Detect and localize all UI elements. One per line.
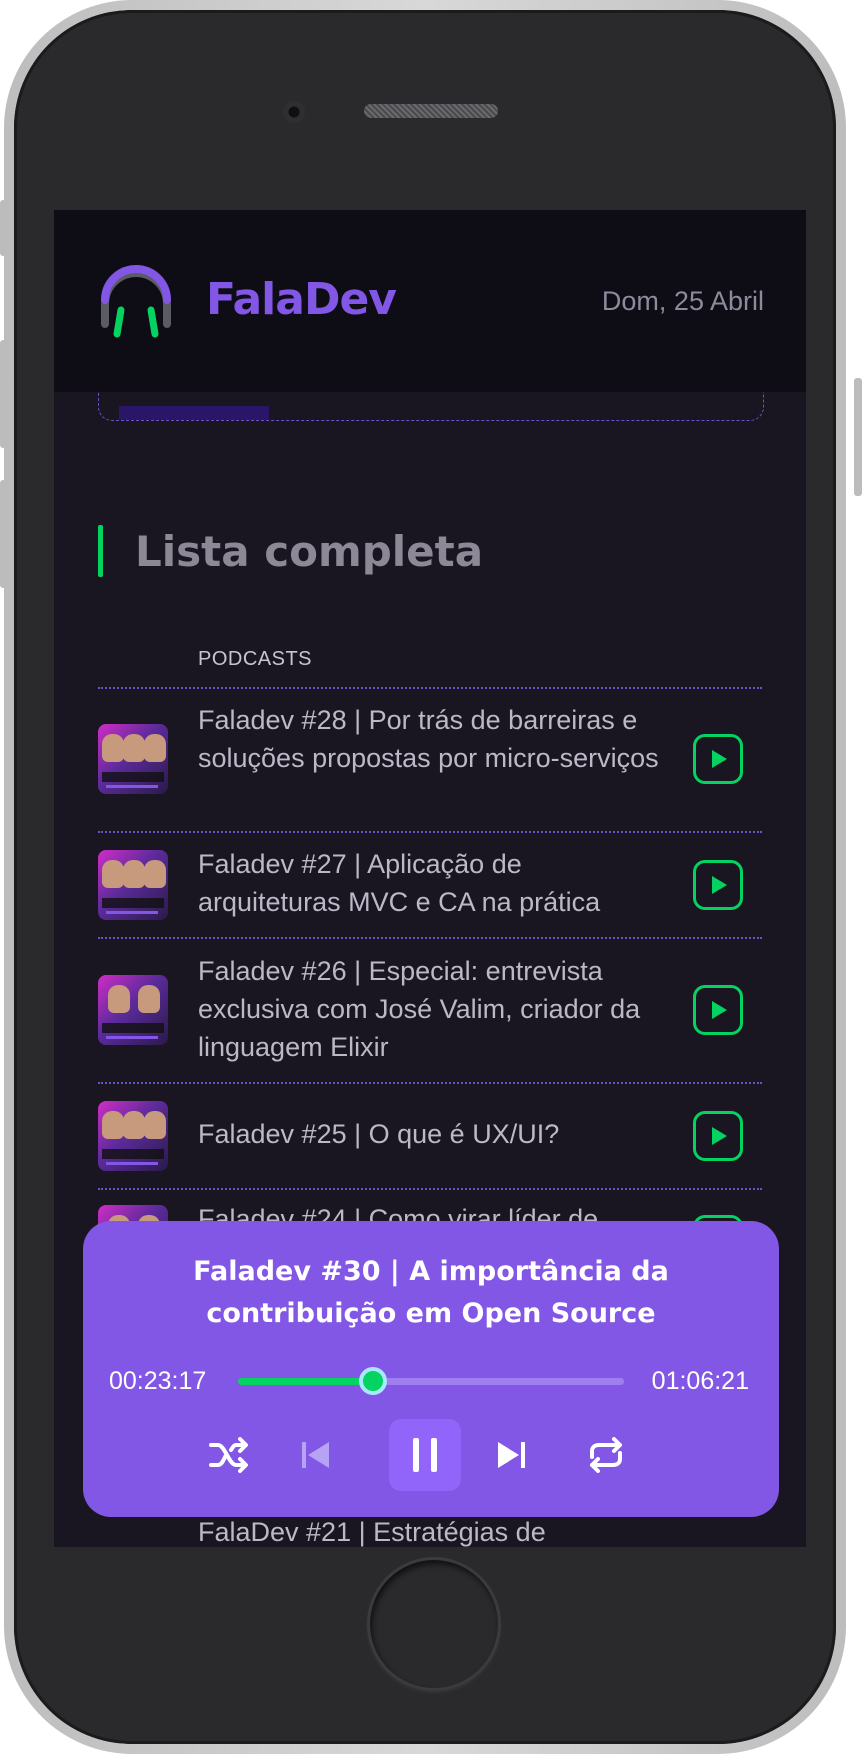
section-title: Lista completa (135, 526, 484, 576)
episode-title[interactable]: Faladev #28 | Por trás de barreiras e so… (198, 701, 668, 777)
repeat-button[interactable] (570, 1419, 642, 1491)
episode-thumbnail (98, 1101, 168, 1171)
section-heading: Lista completa (98, 525, 483, 577)
pause-icon (413, 1438, 437, 1472)
episode-title[interactable]: Faladev #26 | Especial: entrevista exclu… (198, 952, 668, 1066)
episode-row[interactable]: Faladev #26 | Especial: entrevista exclu… (98, 939, 762, 1084)
play-button[interactable] (693, 860, 743, 910)
earpiece-speaker (364, 104, 498, 118)
side-button-volume-down (0, 480, 8, 588)
pause-button[interactable] (389, 1419, 461, 1491)
side-button-power (854, 378, 862, 496)
play-icon (712, 1127, 727, 1145)
app-header: FalaDev Dom, 25 Abril (54, 210, 806, 392)
episode-title[interactable]: Faladev #25 | O que é UX/UI? (198, 1115, 668, 1153)
shuffle-icon (209, 1437, 248, 1473)
progress-handle[interactable] (359, 1367, 388, 1395)
episode-title[interactable]: Faladev #27 | Aplicação de arquiteturas … (198, 845, 668, 921)
play-button[interactable] (693, 1111, 743, 1161)
headphones-logo-icon (101, 265, 171, 338)
play-icon (712, 876, 727, 894)
play-icon (712, 750, 727, 768)
next-button[interactable] (475, 1419, 547, 1491)
play-icon (712, 1001, 727, 1019)
progress-fill (238, 1378, 374, 1385)
app-brand-name: FalaDev (206, 274, 397, 325)
repeat-icon (590, 1437, 622, 1473)
episode-thumbnail (98, 850, 168, 920)
now-playing-title: Faladev #30 | A importância da contribui… (193, 1256, 669, 1329)
total-duration: 01:06:21 (651, 1367, 749, 1395)
column-header-podcasts: PODCASTS (198, 648, 313, 670)
side-button-volume-up (0, 340, 8, 448)
skip-previous-icon (302, 1442, 329, 1468)
side-button-silent (0, 200, 8, 256)
play-button[interactable] (693, 734, 743, 784)
front-camera (283, 101, 305, 123)
progress-slider[interactable] (238, 1367, 624, 1395)
player-controls (83, 1419, 779, 1491)
elapsed-time: 00:23:17 (109, 1367, 207, 1395)
episode-row[interactable]: Faladev #28 | Por trás de barreiras e so… (98, 688, 762, 833)
episode-thumbnail (98, 724, 168, 794)
episode-row[interactable]: Faladev #25 | O que é UX/UI? (98, 1084, 762, 1190)
section-accent-bar (98, 525, 103, 577)
home-button[interactable] (367, 1557, 501, 1691)
play-button[interactable] (693, 985, 743, 1035)
episode-title[interactable]: FalaDev #21 | Estratégias de (198, 1517, 546, 1547)
skip-next-icon (498, 1442, 525, 1468)
episode-thumbnail (98, 975, 168, 1045)
episode-row[interactable]: Faladev #27 | Aplicação de arquiteturas … (98, 833, 762, 939)
previous-button[interactable] (280, 1419, 352, 1491)
header-date: Dom, 25 Abril (601, 286, 764, 316)
now-playing-player: Faladev #30 | A importância da contribui… (83, 1221, 779, 1517)
card-progress-bar (119, 406, 269, 420)
app-screen: FalaDev Dom, 25 Abril Lista completa POD… (54, 210, 806, 1547)
shuffle-button[interactable] (193, 1419, 265, 1491)
